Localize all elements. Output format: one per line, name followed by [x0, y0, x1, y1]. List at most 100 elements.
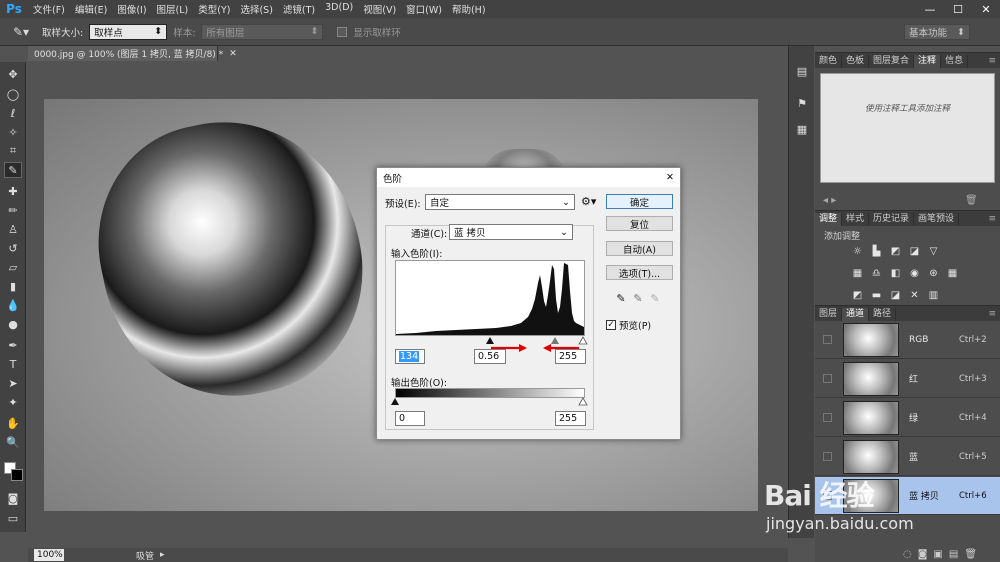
- menu-item[interactable]: 3D(D): [320, 2, 358, 16]
- brightness-icon[interactable]: ☼: [851, 245, 864, 257]
- vibrance-icon[interactable]: ▽: [927, 245, 940, 257]
- reset-button[interactable]: 复位: [606, 216, 673, 231]
- channel-visibility-toggle[interactable]: [823, 452, 832, 461]
- channel-row[interactable]: 蓝 Ctrl+5: [815, 438, 1000, 476]
- shape-tool-icon[interactable]: ✦: [4, 394, 22, 410]
- menu-item[interactable]: 图像(I): [112, 2, 151, 16]
- hue-saturation-icon[interactable]: ▦: [851, 267, 864, 279]
- menu-item[interactable]: 滤镜(T): [278, 2, 320, 16]
- quick-mask-icon[interactable]: ◙: [4, 490, 22, 506]
- zoom-field[interactable]: 100%: [34, 549, 64, 561]
- invert-icon[interactable]: ◩: [851, 289, 864, 301]
- dialog-close-icon[interactable]: ✕: [666, 172, 674, 183]
- close-tab-icon[interactable]: ✕: [229, 49, 237, 59]
- pen-tool-icon[interactable]: ✒: [4, 337, 22, 353]
- channel-row[interactable]: 绿 Ctrl+4: [815, 399, 1000, 437]
- preview-checkbox[interactable]: ✓: [606, 320, 616, 330]
- black-eyedropper-icon[interactable]: ✎: [614, 291, 628, 305]
- status-menu-icon[interactable]: ▸: [160, 550, 165, 560]
- delete-note-icon[interactable]: 🗑: [965, 195, 978, 206]
- selective-color-icon[interactable]: ✕: [908, 289, 921, 301]
- channel-visibility-toggle[interactable]: [823, 374, 832, 383]
- preset-options-gear-icon[interactable]: ⚙▾: [581, 195, 596, 208]
- workspace-select[interactable]: 基本功能 ⬍: [904, 24, 970, 40]
- notes-panel-icon[interactable]: ▤: [793, 62, 811, 80]
- channel-mixer-icon[interactable]: ⊛: [927, 267, 940, 279]
- channel-row[interactable]: RGB Ctrl+2: [815, 321, 1000, 359]
- path-select-tool-icon[interactable]: ➤: [4, 375, 22, 391]
- menu-item[interactable]: 选择(S): [235, 2, 277, 16]
- close-window-button[interactable]: ✕: [972, 0, 1000, 18]
- hand-tool-icon[interactable]: ✋: [4, 415, 22, 431]
- layers-panel-tab[interactable]: 图层: [815, 308, 843, 321]
- prev-note-icon[interactable]: ◂ ▸: [823, 195, 836, 206]
- menu-item[interactable]: 窗口(W): [401, 2, 447, 16]
- sample-select[interactable]: 所有图层 ⬍: [201, 23, 324, 40]
- posterize-icon[interactable]: ▬: [870, 289, 883, 301]
- layers-panel-tab[interactable]: 通道: [842, 308, 870, 321]
- levels-icon[interactable]: ▙: [870, 245, 883, 257]
- input-black-field[interactable]: 134: [395, 349, 425, 364]
- maximize-button[interactable]: ☐: [944, 0, 972, 18]
- notes-panel-tab[interactable]: 色板: [842, 55, 870, 68]
- output-sliders[interactable]: [391, 397, 591, 407]
- healing-brush-tool-icon[interactable]: ✚: [4, 183, 22, 199]
- channel-select[interactable]: 蓝 拷贝 ⌄: [449, 224, 573, 240]
- menu-item[interactable]: 文件(F): [28, 2, 70, 16]
- screen-mode-icon[interactable]: ▭: [4, 510, 22, 526]
- output-white-field[interactable]: 255: [555, 411, 586, 426]
- notes-panel-tab[interactable]: 信息: [941, 55, 969, 68]
- gradient-tool-icon[interactable]: ▮: [4, 278, 22, 294]
- auto-button[interactable]: 自动(A): [606, 241, 673, 256]
- gray-eyedropper-icon[interactable]: ✎: [631, 291, 645, 305]
- crop-tool-icon[interactable]: ⌗: [4, 143, 22, 159]
- output-black-field[interactable]: 0: [395, 411, 425, 426]
- channel-row[interactable]: 红 Ctrl+3: [815, 360, 1000, 398]
- quick-select-tool-icon[interactable]: ✧: [4, 124, 22, 140]
- layers-panel-tab[interactable]: 路径: [869, 308, 897, 321]
- notes-panel-tab[interactable]: 颜色: [815, 55, 843, 68]
- preset-select[interactable]: 自定 ⌄: [425, 194, 575, 210]
- channel-visibility-toggle[interactable]: [823, 413, 832, 422]
- lasso-tool-icon[interactable]: ℓ: [4, 105, 22, 121]
- gradient-map-icon[interactable]: ▥: [927, 289, 940, 301]
- color-lookup-icon[interactable]: ▦: [946, 267, 959, 279]
- white-eyedropper-icon[interactable]: ✎: [648, 291, 662, 305]
- history-brush-tool-icon[interactable]: ↺: [4, 240, 22, 256]
- notes-area[interactable]: 使用注释工具添加注释: [820, 73, 995, 183]
- curves-icon[interactable]: ◩: [889, 245, 902, 257]
- dodge-tool-icon[interactable]: ●: [4, 316, 22, 332]
- type-tool-icon[interactable]: T: [4, 356, 22, 372]
- background-color-swatch[interactable]: [11, 469, 23, 481]
- channel-actions-icons[interactable]: ◌◙▣▤🗑: [903, 549, 983, 560]
- eraser-tool-icon[interactable]: ▱: [4, 259, 22, 275]
- menu-item[interactable]: 帮助(H): [447, 2, 491, 16]
- eyedropper-icon[interactable]: ✎▾: [6, 22, 36, 42]
- notes-panel-tab[interactable]: 注释: [914, 55, 942, 68]
- color-balance-icon[interactable]: ♎: [870, 267, 883, 279]
- zoom-tool-icon[interactable]: 🔍: [4, 434, 22, 450]
- options-button[interactable]: 选项(T)...: [606, 265, 673, 280]
- preview-option[interactable]: ✓ 预览(P): [606, 318, 651, 332]
- photo-filter-icon[interactable]: ◉: [908, 267, 921, 279]
- brush-panel-icon[interactable]: ▦: [793, 120, 811, 138]
- exposure-icon[interactable]: ◪: [908, 245, 921, 257]
- menu-item[interactable]: 类型(Y): [193, 2, 235, 16]
- adjustments-panel-tab[interactable]: 历史记录: [869, 213, 915, 226]
- menu-item[interactable]: 编辑(E): [70, 2, 112, 16]
- threshold-icon[interactable]: ◪: [889, 289, 902, 301]
- document-tab[interactable]: 0000.jpg @ 100% (图层 1 拷贝, 蓝 拷贝/8) * ✕: [28, 46, 237, 61]
- adjustments-panel-tab[interactable]: 样式: [842, 213, 870, 226]
- menu-item[interactable]: 视图(V): [358, 2, 401, 16]
- panel-menu-icon[interactable]: ≡: [988, 308, 1000, 321]
- adjustments-panel-tab[interactable]: 画笔预设: [914, 213, 960, 226]
- minimize-button[interactable]: —: [916, 0, 944, 18]
- brush-tool-icon[interactable]: ✏: [4, 202, 22, 218]
- sample-size-select[interactable]: 取样点 ⬍: [89, 23, 168, 40]
- menu-item[interactable]: 图层(L): [152, 2, 194, 16]
- move-tool-icon[interactable]: ✥: [4, 66, 22, 82]
- panel-menu-icon[interactable]: ≡: [988, 213, 1000, 226]
- marquee-tool-icon[interactable]: ◯: [4, 86, 22, 102]
- tool-presets-icon[interactable]: ⚑: [793, 94, 811, 112]
- clone-stamp-tool-icon[interactable]: ♙: [4, 221, 22, 237]
